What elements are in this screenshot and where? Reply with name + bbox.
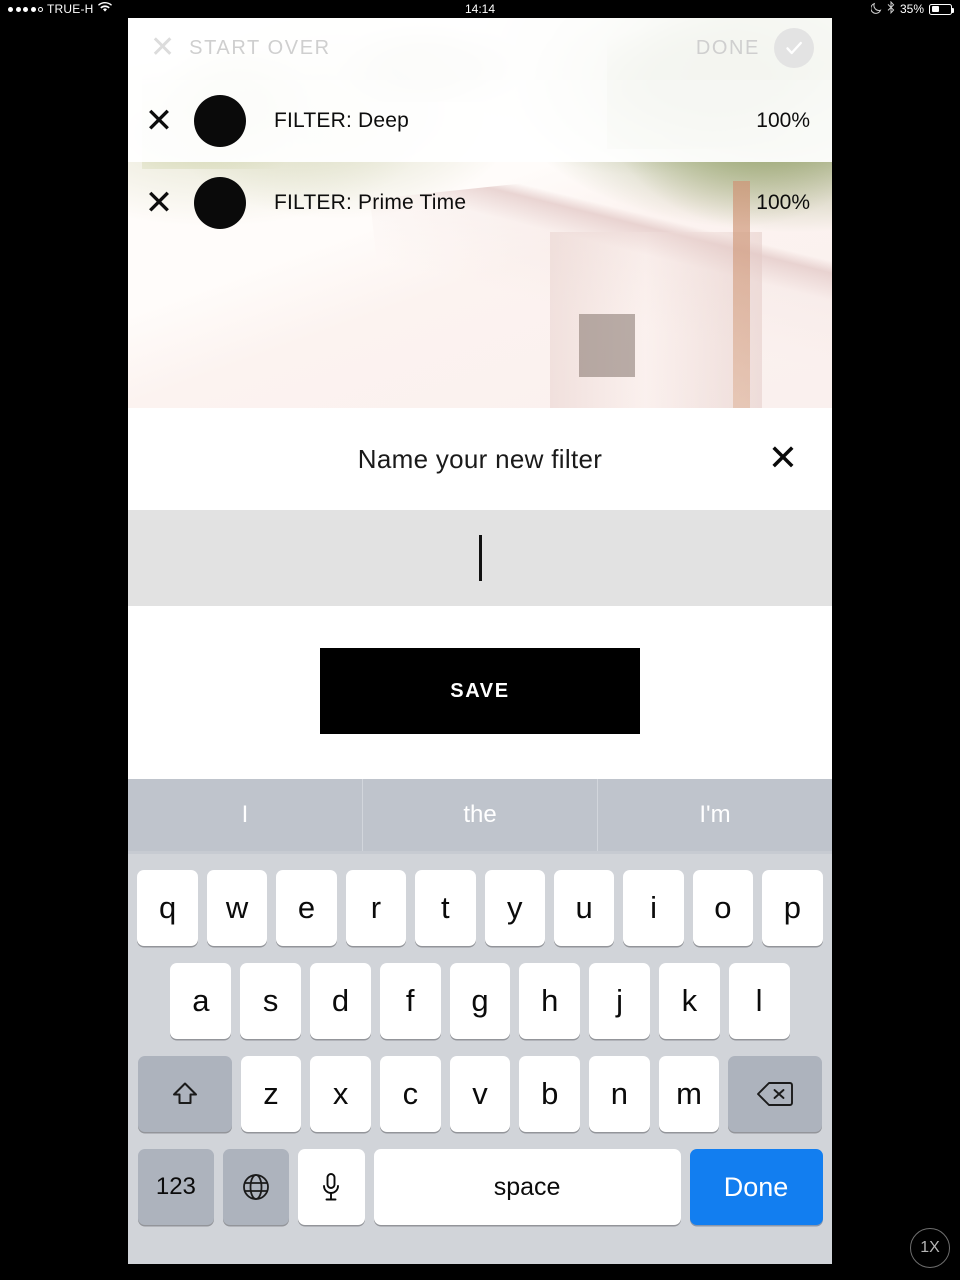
black-circle-icon[interactable] [194, 177, 246, 229]
key-q[interactable]: q [137, 870, 198, 946]
numbers-key[interactable]: 123 [137, 1149, 215, 1225]
prediction-candidate[interactable]: I [128, 779, 362, 851]
sheet-header: Name your new filter ✕ [128, 408, 832, 510]
shift-arrow-icon[interactable] [137, 1056, 232, 1132]
close-icon[interactable]: ✕ [768, 441, 798, 477]
key-n[interactable]: n [589, 1056, 650, 1132]
key-z[interactable]: z [240, 1056, 302, 1132]
done-label: DONE [695, 36, 760, 59]
filter-name-label: FILTER: Prime Time [274, 191, 467, 214]
start-over-button[interactable]: ✕ START OVER [150, 33, 331, 63]
status-bar-right: 35% [870, 0, 954, 17]
prediction-bar: I the I'm [128, 779, 832, 851]
close-icon: ✕ [150, 31, 176, 64]
key-u[interactable]: u [553, 870, 615, 946]
key-m[interactable]: m [658, 1056, 720, 1132]
bluetooth-icon [887, 0, 895, 17]
filter-name-input[interactable] [128, 510, 832, 606]
filter-amount-label: 100% [756, 191, 810, 214]
start-over-label: START OVER [189, 36, 331, 59]
keyboard-row-4: 123 space Done [128, 1149, 832, 1225]
filter-amount-label: 100% [756, 109, 810, 132]
black-circle-icon[interactable] [194, 95, 246, 147]
space-key[interactable]: space [373, 1149, 681, 1225]
onscreen-keyboard: I the I'm q w e r t y u i o p a s d f g … [128, 779, 832, 1264]
key-p[interactable]: p [762, 870, 823, 946]
save-button[interactable]: SAVE [320, 648, 640, 734]
key-f[interactable]: f [379, 963, 441, 1039]
key-d[interactable]: d [310, 963, 371, 1039]
keyboard-row-1: q w e r t y u i o p [128, 870, 832, 946]
return-key[interactable]: Done [689, 1149, 823, 1225]
moon-icon [870, 2, 882, 17]
key-l[interactable]: l [728, 963, 790, 1039]
key-i[interactable]: i [623, 870, 684, 946]
key-s[interactable]: s [240, 963, 302, 1039]
key-t[interactable]: t [415, 870, 476, 946]
key-g[interactable]: g [449, 963, 511, 1039]
filter-list: ✕ FILTER: Deep 100% ✕ FILTER: Prime Time… [128, 80, 832, 244]
page-title: Name your new filter [357, 443, 603, 474]
text-caret [478, 535, 482, 581]
editor-toolbar: ✕ START OVER DONE [128, 16, 832, 80]
status-bar: TRUE-H 14:14 35% [0, 0, 960, 18]
prediction-divider [128, 851, 832, 854]
zoom-level-badge[interactable]: 1X [910, 1228, 950, 1268]
key-h[interactable]: h [519, 963, 581, 1039]
building-window [578, 313, 635, 377]
prediction-candidate[interactable]: the [362, 779, 597, 851]
key-j[interactable]: j [589, 963, 650, 1039]
keyboard-row-3: z x c v b n m [128, 1056, 832, 1132]
device-screen: TRUE-H 14:14 35% ✕ START OVER DONE ✕ FIL… [0, 0, 960, 1280]
prediction-candidate[interactable]: I'm [597, 779, 832, 851]
battery-icon [929, 3, 954, 15]
battery-percent-label: 35% [899, 2, 924, 16]
save-zone: SAVE [128, 606, 832, 776]
table-row[interactable]: ✕ FILTER: Deep 100% [128, 80, 832, 162]
key-y[interactable]: y [484, 870, 545, 946]
filter-name-label: FILTER: Deep [274, 109, 410, 132]
key-v[interactable]: v [449, 1056, 511, 1132]
key-k[interactable]: k [658, 963, 720, 1039]
key-b[interactable]: b [519, 1056, 581, 1132]
check-circle-icon [774, 28, 814, 68]
key-w[interactable]: w [206, 870, 268, 946]
close-icon[interactable]: ✕ [128, 104, 190, 138]
app-viewport: ✕ START OVER DONE ✕ FILTER: Deep 100% ✕ [128, 16, 832, 1264]
keyboard-row-2: a s d f g h j k l [128, 963, 832, 1039]
microphone-icon[interactable] [298, 1149, 365, 1225]
globe-icon[interactable] [223, 1149, 290, 1225]
done-button[interactable]: DONE [696, 28, 814, 68]
backspace-icon[interactable] [728, 1056, 823, 1132]
close-icon[interactable]: ✕ [128, 186, 190, 220]
name-filter-sheet: Name your new filter ✕ SAVE [128, 408, 832, 776]
key-e[interactable]: e [276, 870, 337, 946]
key-a[interactable]: a [170, 963, 232, 1039]
key-o[interactable]: o [692, 870, 754, 946]
table-row[interactable]: ✕ FILTER: Prime Time 100% [128, 162, 832, 244]
key-r[interactable]: r [345, 870, 407, 946]
clock-label: 14:14 [464, 2, 496, 16]
key-x[interactable]: x [310, 1056, 371, 1132]
key-c[interactable]: c [379, 1056, 441, 1132]
